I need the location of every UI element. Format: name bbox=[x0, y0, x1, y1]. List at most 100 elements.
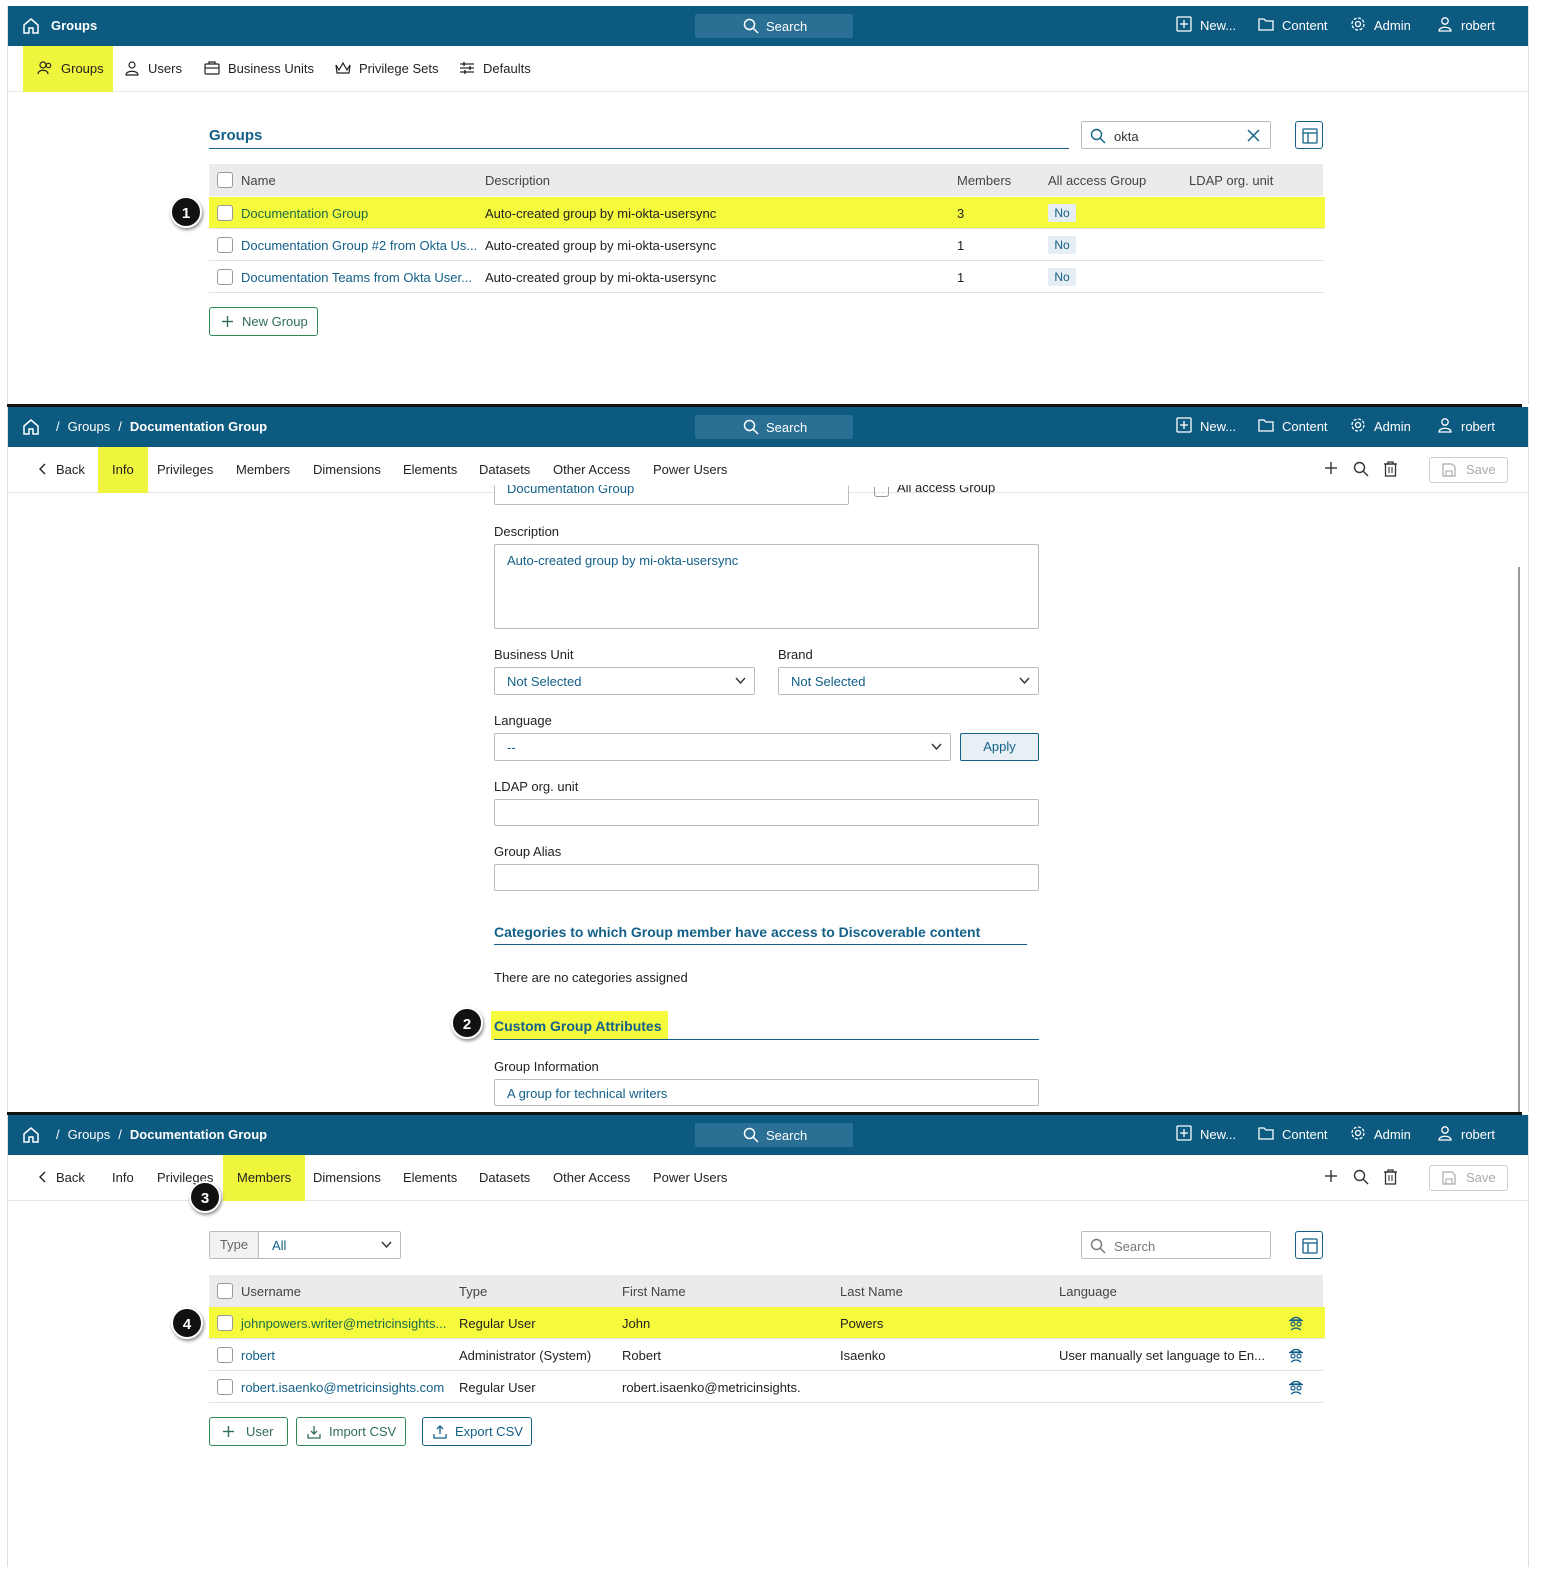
language-select[interactable]: -- bbox=[494, 733, 951, 761]
row-checkbox[interactable] bbox=[217, 237, 233, 253]
col-description[interactable]: Description bbox=[485, 173, 550, 188]
table-row[interactable]: Documentation Teams from Okta User... Au… bbox=[209, 261, 1323, 293]
save-button[interactable]: Save bbox=[1429, 457, 1508, 483]
tab-info[interactable]: Info bbox=[112, 1155, 134, 1201]
search-icon[interactable] bbox=[1353, 1169, 1369, 1185]
home-icon[interactable] bbox=[22, 418, 40, 436]
row-checkbox[interactable] bbox=[217, 1347, 233, 1363]
tab-elements[interactable]: Elements bbox=[403, 447, 457, 493]
tab-defaults[interactable]: Defaults bbox=[459, 46, 531, 92]
group-name-link[interactable]: Documentation Group #2 from Okta Us... bbox=[241, 238, 477, 253]
scrollbar[interactable] bbox=[1518, 567, 1520, 1112]
groups-search-input[interactable]: okta bbox=[1081, 121, 1271, 149]
tab-members[interactable]: Members bbox=[236, 447, 290, 493]
admin-menu[interactable]: Admin bbox=[1351, 418, 1411, 434]
new-menu[interactable]: New... bbox=[1176, 16, 1236, 33]
tab-dimensions[interactable]: Dimensions bbox=[313, 447, 381, 493]
row-checkbox[interactable] bbox=[217, 205, 233, 221]
new-menu[interactable]: New... bbox=[1176, 417, 1236, 434]
select-all-checkbox[interactable] bbox=[217, 172, 233, 188]
import-csv-button[interactable]: Import CSV bbox=[296, 1417, 406, 1446]
column-settings-button[interactable] bbox=[1295, 1231, 1323, 1259]
tab-power-users[interactable]: Power Users bbox=[653, 1155, 727, 1201]
business-unit-select[interactable]: Not Selected bbox=[494, 667, 755, 695]
username-link[interactable]: robert.isaenko@metricinsights.com bbox=[241, 1380, 444, 1395]
global-search[interactable]: Search bbox=[695, 415, 853, 439]
back-button[interactable]: Back bbox=[38, 1155, 85, 1201]
new-group-button[interactable]: New Group bbox=[209, 307, 318, 336]
tab-info[interactable]: Info bbox=[98, 447, 148, 493]
tab-privileges[interactable]: Privileges bbox=[157, 447, 213, 493]
export-csv-button[interactable]: Export CSV bbox=[422, 1417, 532, 1446]
tab-members[interactable]: Members bbox=[223, 1155, 306, 1201]
table-row[interactable]: robert.isaenko@metricinsights.com Regula… bbox=[209, 1371, 1323, 1403]
select-all-checkbox[interactable] bbox=[217, 1283, 233, 1299]
tab-elements[interactable]: Elements bbox=[403, 1155, 457, 1201]
home-icon[interactable] bbox=[22, 1126, 40, 1144]
trash-icon[interactable] bbox=[1383, 1169, 1398, 1185]
user-menu[interactable]: robert bbox=[1438, 418, 1495, 434]
username-link[interactable]: robert bbox=[241, 1348, 275, 1363]
group-name-link[interactable]: Documentation Teams from Okta User... bbox=[241, 270, 472, 285]
col-language[interactable]: Language bbox=[1059, 1284, 1117, 1299]
col-name[interactable]: Name bbox=[241, 173, 276, 188]
impersonate-icon[interactable] bbox=[1288, 1314, 1304, 1331]
column-settings-button[interactable] bbox=[1295, 121, 1323, 149]
table-row[interactable]: Documentation Group Auto-created group b… bbox=[209, 197, 1325, 229]
content-menu[interactable]: Content bbox=[1258, 1127, 1328, 1142]
ldap-input[interactable] bbox=[494, 799, 1039, 826]
apply-button[interactable]: Apply bbox=[960, 733, 1039, 761]
admin-menu[interactable]: Admin bbox=[1351, 17, 1411, 33]
trash-icon[interactable] bbox=[1383, 461, 1398, 477]
add-user-button[interactable]: User bbox=[209, 1417, 288, 1446]
group-alias-input[interactable] bbox=[494, 864, 1039, 891]
type-filter-select[interactable]: Type All bbox=[209, 1231, 401, 1259]
col-username[interactable]: Username bbox=[241, 1284, 301, 1299]
global-search[interactable]: Search bbox=[695, 14, 853, 38]
col-all-access[interactable]: All access Group bbox=[1048, 173, 1146, 188]
search-icon[interactable] bbox=[1353, 461, 1369, 477]
description-textarea[interactable]: Auto-created group by mi-okta-usersync bbox=[494, 544, 1039, 629]
breadcrumb-groups[interactable]: Groups bbox=[68, 419, 111, 434]
table-row[interactable]: robert Administrator (System) Robert Isa… bbox=[209, 1339, 1323, 1371]
tab-privilege-sets[interactable]: Privilege Sets bbox=[335, 46, 438, 92]
brand-select[interactable]: Not Selected bbox=[778, 667, 1039, 695]
new-menu[interactable]: New... bbox=[1176, 1125, 1236, 1142]
tab-groups[interactable]: Groups bbox=[23, 46, 113, 92]
content-menu[interactable]: Content bbox=[1258, 419, 1328, 434]
save-button[interactable]: Save bbox=[1429, 1165, 1508, 1191]
back-button[interactable]: Back bbox=[38, 447, 85, 493]
group-name-field[interactable]: Documentation Group bbox=[494, 485, 849, 505]
row-checkbox[interactable] bbox=[217, 269, 233, 285]
col-type[interactable]: Type bbox=[459, 1284, 487, 1299]
tab-business-units[interactable]: Business Units bbox=[204, 46, 314, 92]
all-access-checkbox[interactable] bbox=[874, 487, 889, 497]
plus-icon[interactable] bbox=[1324, 461, 1338, 475]
row-checkbox[interactable] bbox=[217, 1379, 233, 1395]
tab-other-access[interactable]: Other Access bbox=[553, 1155, 630, 1201]
group-information-input[interactable]: A group for technical writers bbox=[494, 1079, 1039, 1106]
tab-users[interactable]: Users bbox=[124, 46, 182, 92]
group-name-link[interactable]: Documentation Group bbox=[241, 206, 368, 221]
user-menu[interactable]: robert bbox=[1438, 1126, 1495, 1142]
col-ldap[interactable]: LDAP org. unit bbox=[1189, 173, 1273, 188]
home-icon[interactable] bbox=[22, 17, 40, 35]
plus-icon[interactable] bbox=[1324, 1169, 1338, 1183]
tab-datasets[interactable]: Datasets bbox=[479, 1155, 530, 1201]
admin-menu[interactable]: Admin bbox=[1351, 1126, 1411, 1142]
breadcrumb-groups[interactable]: Groups bbox=[68, 1127, 111, 1142]
username-link[interactable]: johnpowers.writer@metricinsights... bbox=[241, 1316, 446, 1331]
impersonate-icon[interactable] bbox=[1288, 1346, 1304, 1363]
col-members[interactable]: Members bbox=[957, 173, 1011, 188]
row-checkbox[interactable] bbox=[217, 1315, 233, 1331]
content-menu[interactable]: Content bbox=[1258, 18, 1328, 33]
table-row[interactable]: johnpowers.writer@metricinsights... Regu… bbox=[209, 1307, 1325, 1339]
col-last-name[interactable]: Last Name bbox=[840, 1284, 903, 1299]
members-search-input[interactable]: Search bbox=[1081, 1231, 1271, 1259]
user-menu[interactable]: robert bbox=[1438, 17, 1495, 33]
tab-dimensions[interactable]: Dimensions bbox=[313, 1155, 381, 1201]
col-first-name[interactable]: First Name bbox=[622, 1284, 686, 1299]
global-search[interactable]: Search bbox=[695, 1123, 853, 1147]
impersonate-icon[interactable] bbox=[1288, 1378, 1304, 1395]
clear-icon[interactable] bbox=[1247, 129, 1260, 142]
